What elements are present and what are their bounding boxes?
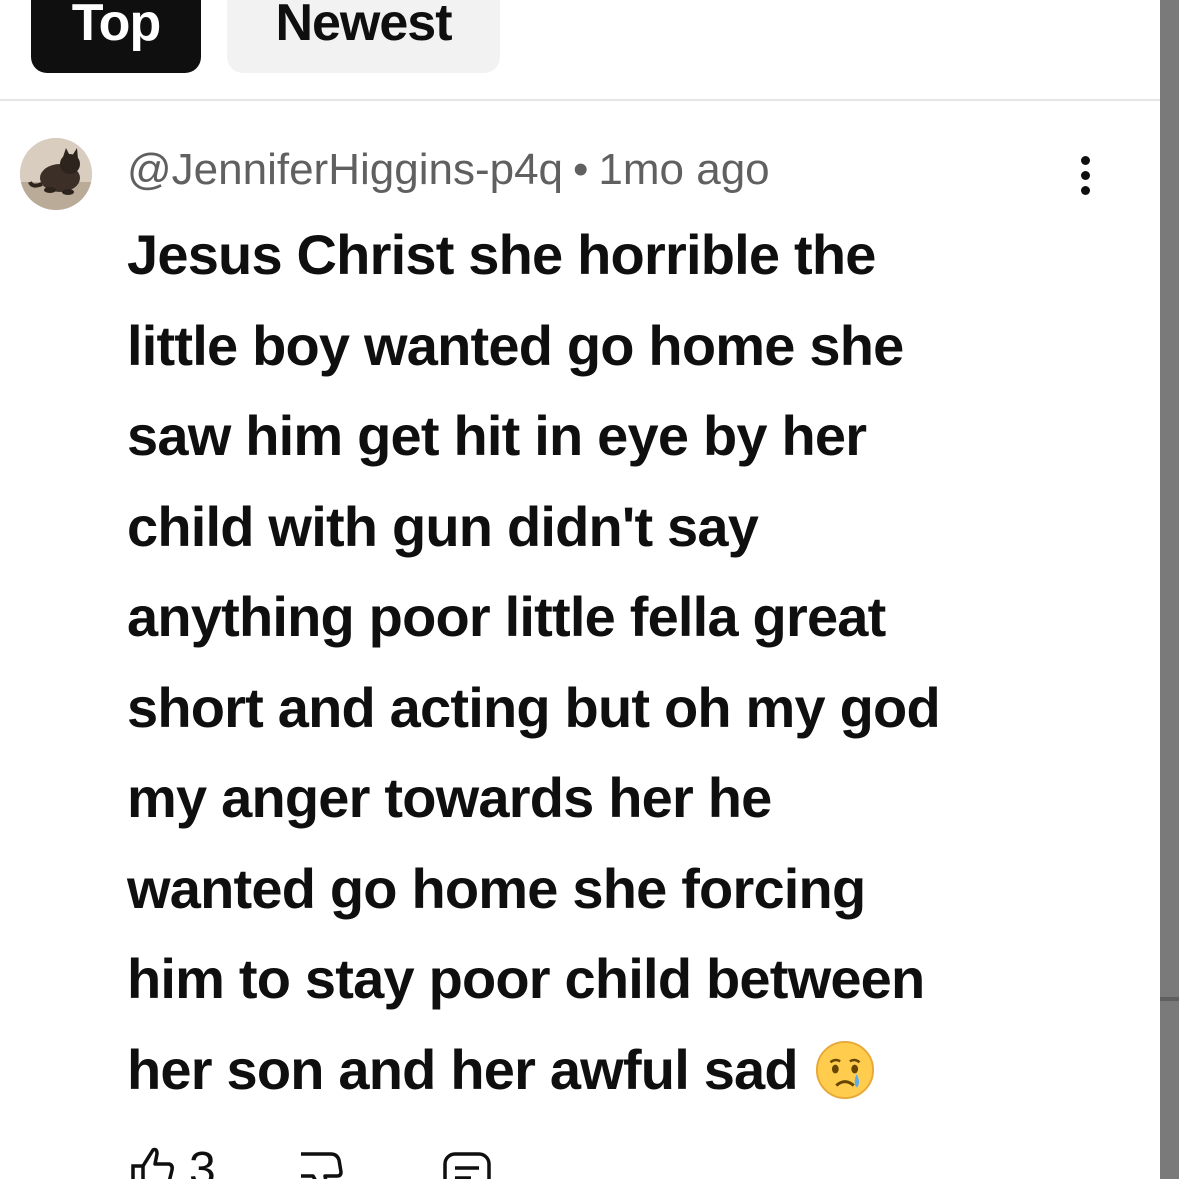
reply-icon[interactable] (441, 1148, 493, 1179)
avatar[interactable] (20, 138, 92, 210)
more-vertical-icon (1081, 156, 1090, 165)
comment-line: short and acting but oh my god (127, 675, 941, 739)
comment-line: little boy wanted go home she (127, 313, 904, 377)
comment-actions: 3 (127, 1140, 627, 1179)
avatar-cat-image (20, 138, 92, 210)
comment-line: him to stay poor child between (127, 947, 925, 1010)
thumbs-up-icon[interactable] (127, 1144, 177, 1179)
author-handle[interactable]: @JenniferHiggins-p4q (127, 145, 563, 195)
sort-top-chip[interactable]: Top (31, 0, 201, 73)
more-options-button[interactable] (1066, 150, 1106, 200)
divider (0, 99, 1160, 101)
comment-line-last: her son and her awful sad (127, 1025, 1147, 1116)
comment-meta: @JenniferHiggins-p4q • 1mo ago (127, 142, 770, 198)
comment-line-text: her son and her awful sad (127, 1037, 799, 1101)
more-vertical-icon-dot (1081, 171, 1090, 180)
crying-face-emoji-icon (815, 1040, 874, 1099)
comments-panel: Top Newest @JenniferHiggins-p4q • 1mo ag… (0, 0, 1179, 1179)
comment-timestamp[interactable]: 1mo ago (598, 145, 769, 195)
more-vertical-icon-dot (1081, 186, 1090, 195)
sort-newest-chip[interactable]: Newest (227, 0, 500, 73)
comment-line: wanted go home she forcing (127, 856, 866, 920)
comment-line: Jesus Christ she horrible the (127, 223, 876, 286)
scrollbar[interactable] (1160, 0, 1179, 1179)
thumbs-down-icon[interactable] (295, 1148, 347, 1179)
comment-text: Jesus Christ she horrible the little boy… (127, 210, 1147, 1115)
comment-line: saw him get hit in eye by her (127, 404, 867, 467)
like-count: 3 (189, 1143, 216, 1179)
comment-line: child with gun didn't say (127, 494, 759, 558)
meta-separator: • (573, 145, 589, 194)
scrollbar-notch (1160, 997, 1179, 1001)
comment-line: anything poor little fella great (127, 585, 886, 648)
comment-line: my anger towards her he (127, 766, 772, 829)
